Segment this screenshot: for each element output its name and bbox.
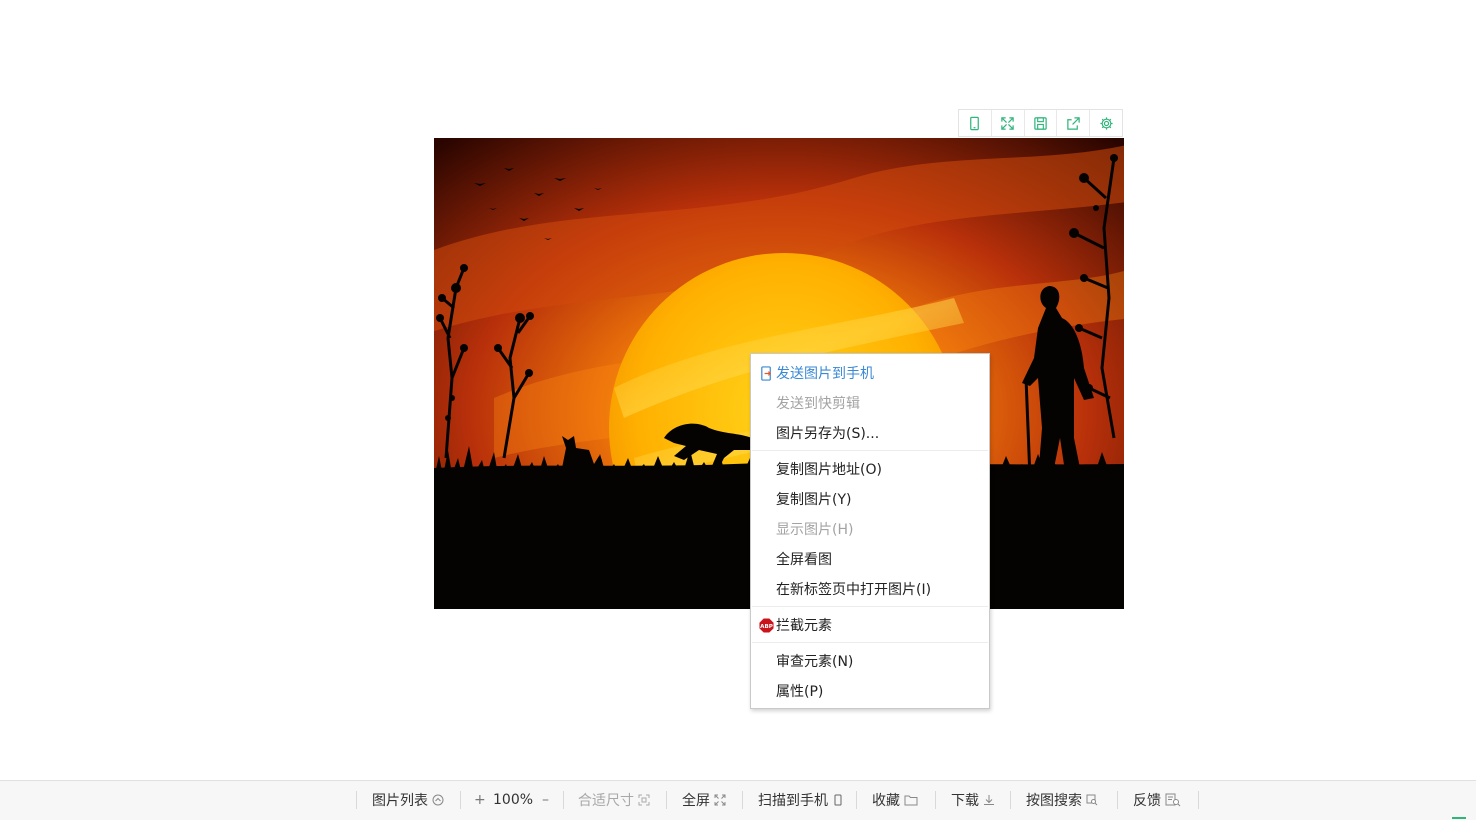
abp-icon-text: ABP (760, 624, 773, 630)
menu-label: 审查元素(N) (776, 654, 854, 670)
favorite-label: 收藏 (872, 793, 900, 809)
share-icon (1067, 116, 1080, 130)
image-search-icon (1086, 794, 1098, 806)
feedback-icon (1165, 793, 1181, 807)
menu-open-new-tab[interactable]: 在新标签页中打开图片(I) (751, 575, 989, 603)
scan-to-phone-label: 扫描到手机 (758, 793, 828, 809)
feedback-label: 反馈 (1133, 793, 1161, 809)
favorite-button[interactable]: 收藏 (872, 781, 918, 819)
toolbar-divider (356, 791, 357, 809)
settings-button[interactable] (1090, 110, 1122, 136)
menu-label: 全屏看图 (776, 552, 832, 568)
save-image-button[interactable] (1025, 110, 1058, 136)
scan-to-phone-button[interactable]: 扫描到手机 (758, 781, 844, 819)
fit-size-button[interactable]: 合适尺寸 (578, 781, 650, 819)
chevron-up-circle-icon (432, 794, 444, 806)
search-by-image-button[interactable]: 按图搜索 (1026, 781, 1098, 819)
toolbar-divider (563, 791, 564, 809)
menu-fullscreen-view[interactable]: 全屏看图 (751, 545, 989, 573)
menu-divider (752, 642, 988, 643)
toolbar-divider (1117, 791, 1118, 809)
zoom-level-value: 100% (493, 792, 534, 808)
menu-label: 属性(P) (776, 684, 824, 700)
zoom-out-label: – (542, 792, 549, 808)
fit-size-icon (638, 794, 650, 806)
menu-divider (752, 450, 988, 451)
phone-icon (970, 116, 980, 130)
zoom-in-button[interactable]: + (474, 781, 486, 819)
menu-inspect[interactable]: 审查元素(N) (751, 647, 989, 675)
adblock-icon: ABP (759, 618, 774, 633)
menu-properties[interactable]: 属性(P) (751, 677, 989, 705)
menu-divider (752, 606, 988, 607)
zoom-out-button[interactable]: – (542, 781, 549, 819)
feedback-button[interactable]: 反馈 (1133, 781, 1181, 819)
menu-label: 图片另存为(S)... (776, 426, 880, 442)
phone-icon (834, 794, 842, 806)
menu-label: 在新标签页中打开图片(I) (776, 582, 932, 598)
toolbar-divider (1198, 791, 1199, 809)
expand-icon (1001, 116, 1014, 130)
zoom-in-label: + (474, 792, 486, 808)
search-by-image-label: 按图搜索 (1026, 793, 1082, 809)
download-icon (984, 795, 994, 805)
menu-copy-address[interactable]: 复制图片地址(O) (751, 455, 989, 483)
gear-icon (1099, 116, 1113, 130)
menu-label: 拦截元素 (776, 618, 832, 634)
toolbar-divider (1010, 791, 1011, 809)
phone-send-icon (761, 366, 772, 381)
image-list-label: 图片列表 (372, 793, 428, 809)
menu-send-to-clipboard[interactable]: 发送到快剪辑 (751, 389, 989, 417)
menu-label: 发送到快剪辑 (776, 396, 860, 412)
folder-icon (904, 795, 918, 806)
zoom-level: 100% (493, 781, 533, 819)
share-button[interactable] (1057, 110, 1091, 136)
menu-copy-image[interactable]: 复制图片(Y) (751, 485, 989, 513)
download-button[interactable]: 下载 (951, 781, 995, 819)
image-toolbar (958, 109, 1123, 137)
toolbar-divider (935, 791, 936, 809)
toolbar-divider (666, 791, 667, 809)
menu-save-as[interactable]: 图片另存为(S)... (751, 419, 989, 447)
menu-label: 复制图片(Y) (776, 492, 852, 508)
image-list-button[interactable]: 图片列表 (372, 781, 444, 819)
toolbar-divider (856, 791, 857, 809)
fullscreen-label: 全屏 (682, 793, 710, 809)
fullscreen-button[interactable] (992, 110, 1025, 136)
context-menu: 发送图片到手机 发送到快剪辑 图片另存为(S)... 复制图片地址(O) 复制图… (750, 353, 990, 709)
save-icon (1034, 116, 1047, 130)
fullscreen-toggle[interactable]: 全屏 (682, 781, 726, 819)
menu-block-element[interactable]: ABP 拦截元素 (751, 611, 989, 639)
menu-label: 发送图片到手机 (776, 366, 874, 382)
bottom-toolbar: 图片列表 + 100% – 合适尺寸 全屏 扫描到手机 收藏 下载 按图搜索 反… (0, 780, 1476, 820)
expand-icon (714, 794, 726, 806)
toolbar-divider (742, 791, 743, 809)
send-to-phone-button[interactable] (959, 110, 992, 136)
toolbar-divider (460, 791, 461, 809)
menu-show-image[interactable]: 显示图片(H) (751, 515, 989, 543)
menu-label: 显示图片(H) (776, 522, 854, 538)
status-indicator (1452, 817, 1466, 819)
menu-label: 复制图片地址(O) (776, 462, 882, 478)
fit-size-label: 合适尺寸 (578, 793, 634, 809)
download-label: 下载 (951, 793, 979, 809)
menu-send-to-phone[interactable]: 发送图片到手机 (751, 359, 989, 387)
